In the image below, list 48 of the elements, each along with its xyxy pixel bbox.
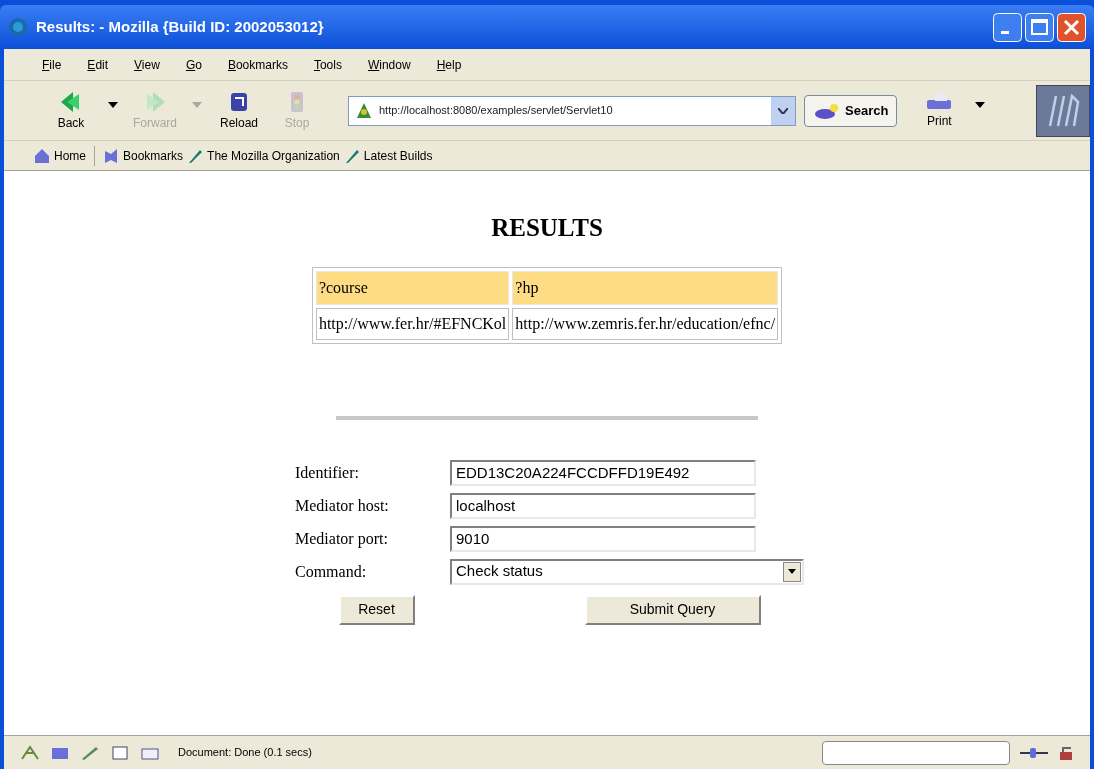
pen-icon [343,147,360,164]
print-button[interactable]: Print [925,91,954,130]
dropdown-arrow-icon [788,569,796,574]
menu-item[interactable]: Edit [87,55,109,74]
close-icon [1057,12,1086,42]
pen-icon [187,147,204,164]
menu-item[interactable]: File [42,55,62,74]
toolbar-button[interactable]: Reload [210,89,268,132]
text-input-field[interactable]: EDD13C20A224FCCDFFD19E492 [450,459,756,486]
search-button[interactable]: Search [804,94,898,127]
dropdown-arrow-icon [975,101,986,108]
address-field[interactable]: http://localhost:8080/examples/servlet/Servlet10 [348,95,796,126]
minimize-icon [993,12,1022,42]
table-header-cell: ?course [315,270,510,305]
pen-icon [80,744,100,761]
menu-item[interactable]: View [134,55,160,74]
browser-logo-icon [8,17,28,37]
bookmark-link[interactable]: Home [34,146,86,165]
text-input-field[interactable]: localhost [450,492,756,519]
table-header-cell: ?hp [512,270,779,305]
menu-item[interactable]: Bookmarks [227,55,288,74]
bookmark-link[interactable]: Latest Builds [343,146,433,165]
form-button[interactable]: Reset [338,594,415,625]
text-input-field[interactable]: 9010 [450,525,756,552]
menu-item[interactable]: Window [367,55,411,74]
field-label: Command: [295,561,368,582]
table-cell: http://www.fer.hr/#EFNCKol [315,307,510,340]
bookmarks-icon [103,147,119,164]
table-cell: http://www.zemris.fer.hr/education/efnc/ [512,307,779,340]
field-label: Mediator host: [295,495,390,516]
printer-icon [925,91,954,112]
bookmark-link[interactable]: Bookmarks [103,146,184,165]
bookmark-link[interactable]: The Mozilla Organization [187,146,340,165]
menu-item[interactable]: Go [185,55,202,74]
field-label: Mediator port: [295,528,389,550]
menu-item[interactable]: Tools [313,55,342,74]
online-plug-icon [1020,745,1048,760]
page-heading: RESULTS [491,213,603,243]
menu-item[interactable]: Help [436,55,462,74]
form-button[interactable]: Submit Query [584,594,761,625]
site-icon [355,101,373,120]
status-text: Document: Done (0.1 secs) [178,745,313,761]
window-title: Results: - Mozilla {Build ID: 2002053012} [36,16,325,37]
field-label: Identifier: [295,462,360,483]
toolbar-button[interactable]: Back [42,89,100,132]
house-icon [34,147,50,164]
maximize-icon [1025,12,1054,42]
command-select[interactable]: Check status [450,558,804,585]
